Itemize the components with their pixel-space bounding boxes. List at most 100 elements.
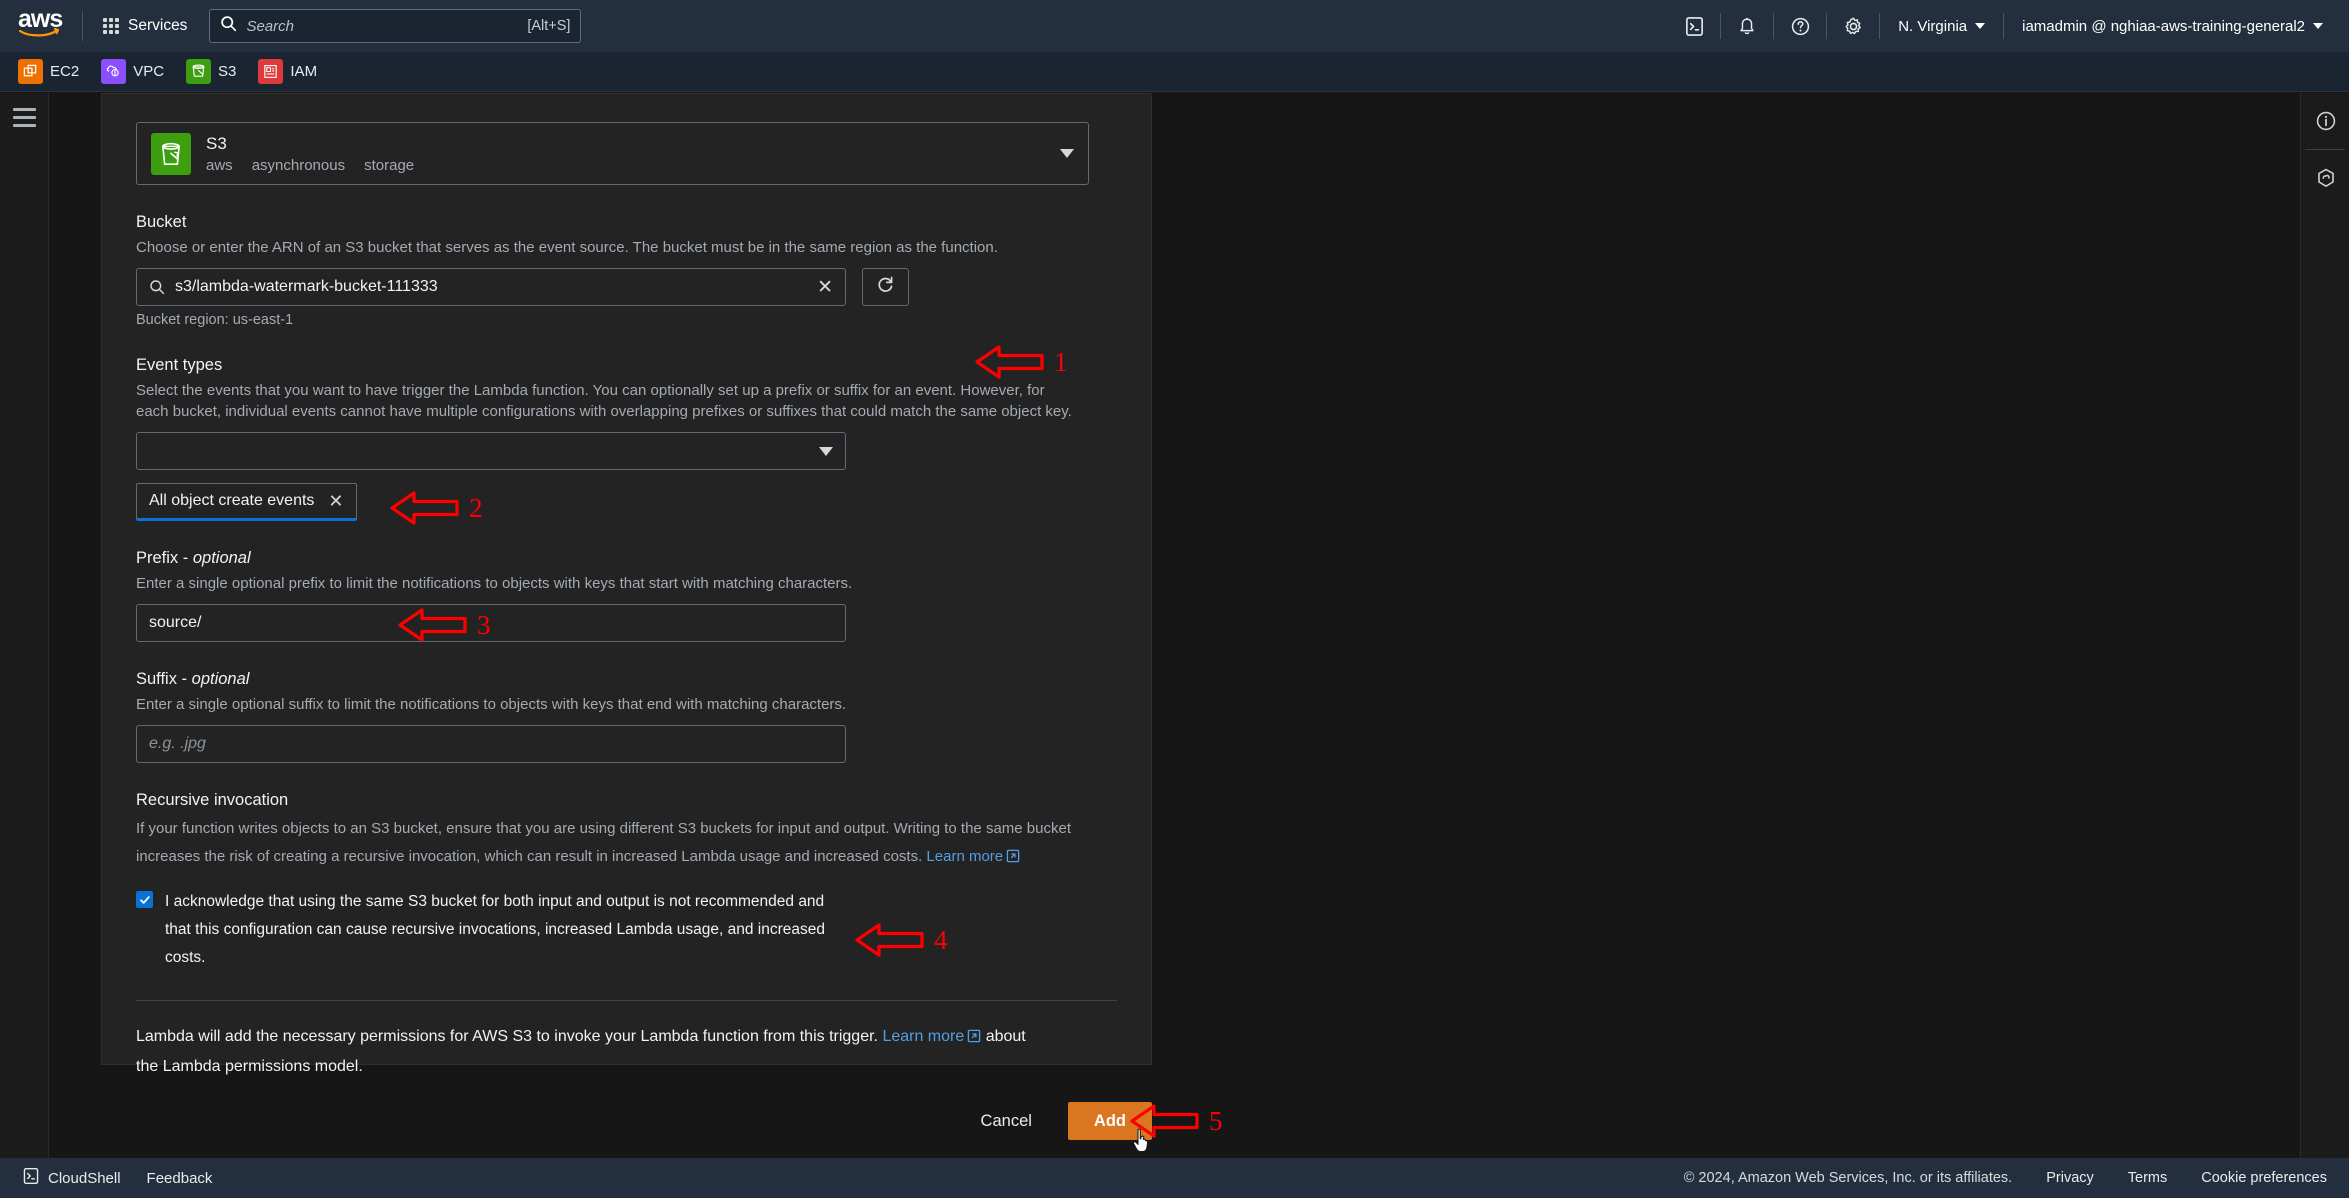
nav-divider [1720,13,1722,39]
cloudshell-label: CloudShell [48,1169,121,1187]
search-icon [220,15,237,37]
top-navigation-bar: aws Services Search [Alt+S] N. Virginia … [0,0,2349,52]
aws-logo[interactable]: aws [18,5,70,43]
event-type-token: All object create events ✕ [136,483,357,521]
services-menu-button[interactable]: Services [95,9,195,43]
global-search-input[interactable]: Search [Alt+S] [209,9,582,43]
suffix-input[interactable]: e.g. .jpg [136,725,846,763]
event-types-field-group: Event types Select the events that you w… [136,355,1117,521]
prefix-label-text: Prefix - [136,549,193,567]
aws-logo-wordmark: aws [18,5,63,33]
search-placeholder: Search [246,17,294,35]
page-canvas: S3 aws asynchronous storage Bucket Choos… [49,93,2300,1158]
cloudshell-icon [22,1167,40,1189]
prefix-input-value: source/ [149,614,202,631]
favorite-label: EC2 [50,63,80,80]
favorite-label: S3 [218,63,237,80]
account-menu[interactable]: iamadmin @ nghiaa-aws-training-general2 [2010,8,2335,44]
favorite-service-ec2[interactable]: EC2 [18,59,79,84]
settings-gear-icon[interactable] [1833,0,1873,52]
source-tag: storage [364,157,415,174]
favorite-service-vpc[interactable]: VPC [101,59,164,84]
event-types-select[interactable] [136,432,846,470]
external-link-icon [1006,845,1020,873]
add-button[interactable]: Add [1067,1102,1152,1140]
trigger-configuration-panel: S3 aws asynchronous storage Bucket Choos… [101,93,1152,1075]
s3-bucket-icon [151,132,191,175]
suffix-label-text: Suffix - [136,670,192,688]
grid-apps-icon [103,18,119,34]
vpc-icon [101,59,127,84]
event-types-label: Event types [136,356,223,374]
suffix-label: Suffix - optional [136,669,1117,690]
suffix-description: Enter a single optional suffix to limit … [136,696,847,713]
recursive-acknowledgement-text: I acknowledge that using the same S3 buc… [165,893,826,966]
refresh-icon [876,275,895,299]
bucket-input-value: s3/lambda-watermark-bucket-111333 [175,278,438,295]
help-question-icon[interactable] [1780,0,1820,52]
chevron-down-icon [2313,23,2323,29]
bucket-description: Choose or enter the ARN of an S3 bucket … [136,239,998,256]
permissions-note: Lambda will add the necessary permission… [102,1001,1062,1081]
copyright-text: © 2024, Amazon Web Services, Inc. or its… [1683,1170,2013,1186]
trigger-source-select[interactable]: S3 aws asynchronous storage [136,122,1089,185]
source-title: S3 [206,134,227,153]
bottom-status-bar: CloudShell Feedback © 2024, Amazon Web S… [0,1158,2349,1198]
left-rail [0,93,49,1158]
privacy-link[interactable]: Privacy [2046,1170,2094,1186]
recursive-acknowledgement-row: I acknowledge that using the same S3 buc… [136,888,836,972]
remove-x-icon[interactable]: ✕ [328,492,343,510]
event-types-description: Select the events that you want to have … [136,382,1072,420]
info-circle-icon[interactable] [2301,93,2349,149]
top-nav-right-group: N. Virginia iamadmin @ nghiaa-aws-traini… [1674,0,2349,52]
annotation-number: 5 [1209,1105,1223,1136]
bucket-input[interactable]: s3/lambda-watermark-bucket-111333 ✕ [136,268,846,306]
cloudshell-icon[interactable] [1674,0,1714,52]
favorite-label: IAM [290,63,318,80]
prefix-label: Prefix - optional [136,548,1117,569]
cloudshell-button[interactable]: CloudShell [22,1167,121,1189]
recursive-acknowledgement-checkbox[interactable] [136,891,153,908]
nav-divider [82,11,83,41]
permissions-learn-more-link[interactable]: Learn more [882,1028,964,1045]
prefix-description: Enter a single optional prefix to limit … [136,575,853,592]
prefix-field-group: Prefix - optional Enter a single optiona… [136,548,1117,642]
prefix-input[interactable]: source/ [136,604,846,642]
feedback-button[interactable]: Feedback [147,1170,213,1187]
ec2-icon [18,59,43,84]
search-shortcut-hint: [Alt+S] [527,18,571,34]
permissions-note-text-1: Lambda will add the necessary permission… [136,1028,883,1045]
s3-bucket-icon [186,59,212,84]
terms-link[interactable]: Terms [2128,1170,2167,1186]
chevron-down-icon [1975,23,1986,29]
favorite-service-s3[interactable]: S3 [186,59,236,84]
recursive-invocation-description: If your function writes objects to an S3… [136,815,1076,873]
services-label: Services [128,17,188,34]
suffix-field-group: Suffix - optional Enter a single optiona… [136,669,1117,763]
region-label: N. Virginia [1898,17,1968,35]
nav-divider [2003,13,2005,39]
cloud-shield-icon[interactable] [2301,150,2349,206]
notifications-bell-icon[interactable] [1727,0,1767,52]
refresh-buckets-button[interactable] [862,268,909,306]
favorites-bar: EC2 VPC S3 IAM [0,52,2349,92]
recursive-invocation-label: Recursive invocation [136,791,289,809]
suffix-label-optional: optional [191,670,250,688]
cancel-button[interactable]: Cancel [967,1104,1046,1139]
source-tag: aws [206,157,233,174]
aws-console-page: aws Services Search [Alt+S] N. Virginia … [0,0,2349,1198]
prefix-label-optional: optional [192,549,251,567]
search-icon [149,279,165,295]
hamburger-menu-icon[interactable] [13,108,36,132]
form-actions: Cancel Add [101,1097,1152,1145]
recursive-learn-more-link[interactable]: Learn more [926,848,1003,865]
recursive-invocation-group: Recursive invocation If your function wr… [136,790,1117,972]
clear-x-icon[interactable]: ✕ [817,278,833,297]
favorite-label: VPC [133,63,165,80]
cookie-preferences-link[interactable]: Cookie preferences [2201,1170,2327,1186]
event-type-token-label: All object create events [149,492,315,509]
nav-divider [1773,13,1775,39]
favorite-service-iam[interactable]: IAM [258,59,317,84]
bucket-region-hint: Bucket region: us-east-1 [136,312,294,328]
region-selector[interactable]: N. Virginia [1886,8,1997,44]
